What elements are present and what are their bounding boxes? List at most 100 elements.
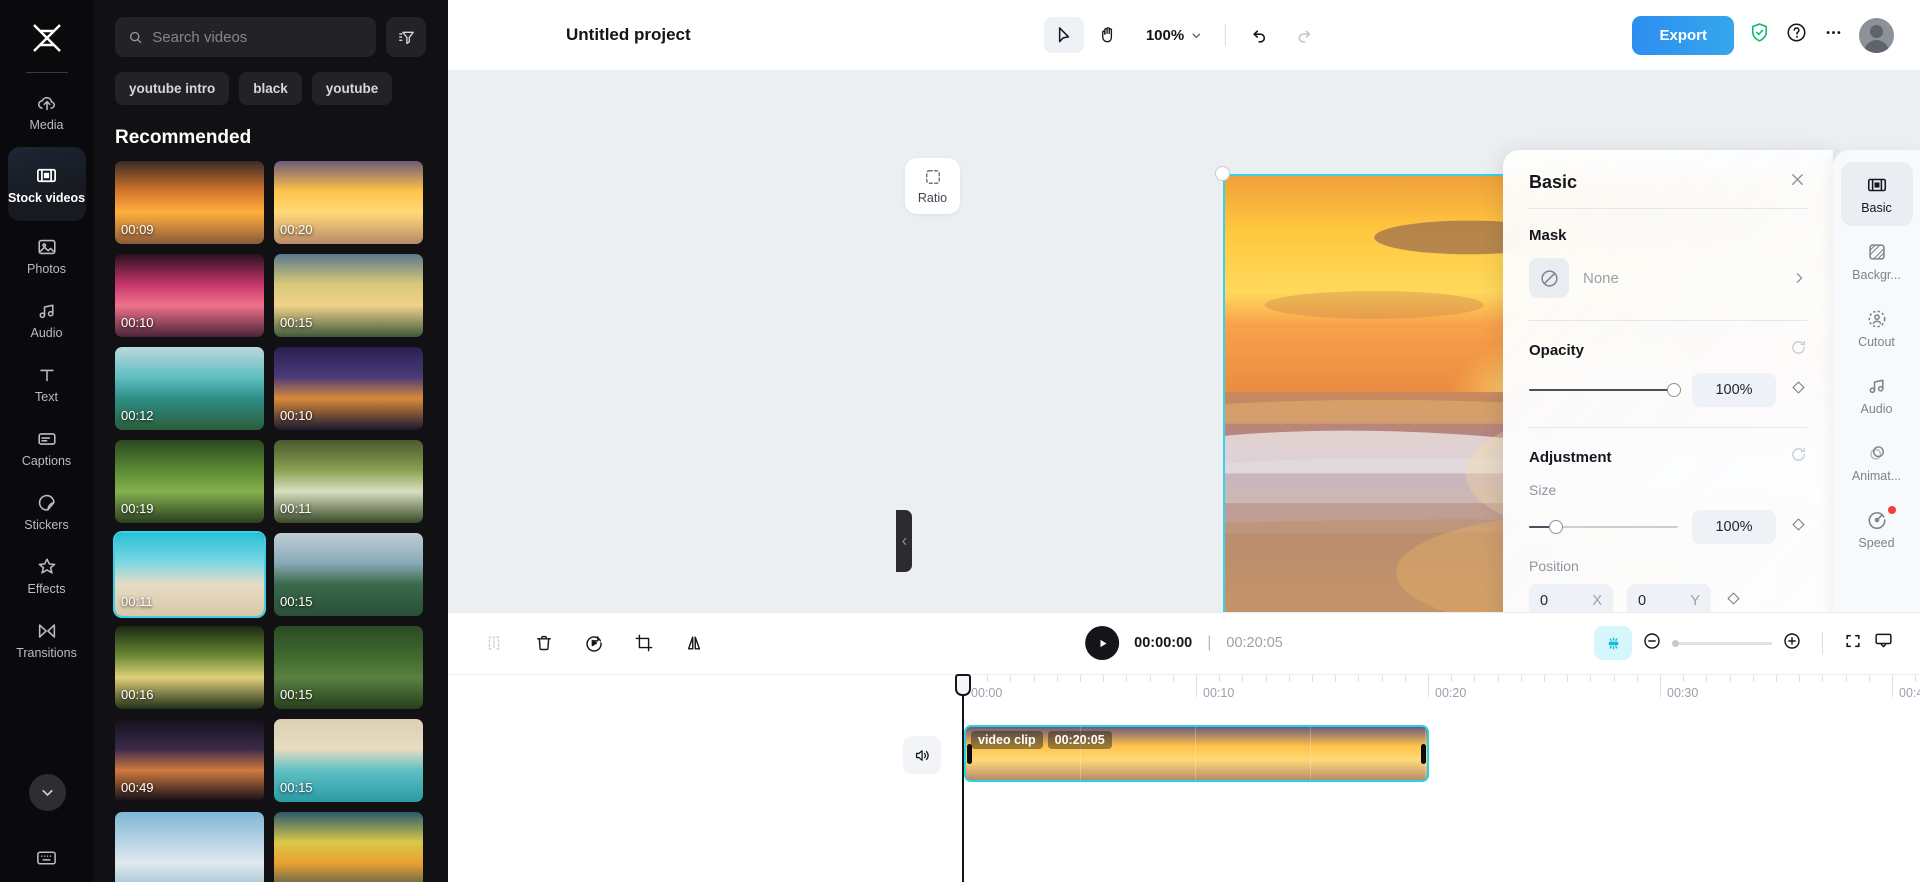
ruler-minor-tick <box>1776 675 1777 682</box>
mask-selector[interactable]: None <box>1529 244 1807 320</box>
cursor-arrow-icon <box>1058 27 1070 43</box>
mirror-button[interactable] <box>674 624 714 662</box>
delete-button[interactable] <box>524 624 564 662</box>
position-y-input[interactable]: 0 Y <box>1627 584 1711 612</box>
more-options-button[interactable] <box>1822 21 1845 49</box>
hand-tool-button[interactable] <box>1088 17 1128 53</box>
play-button[interactable] <box>1085 626 1120 660</box>
zoom-slider[interactable] <box>1672 636 1772 650</box>
filter-button[interactable] <box>386 17 426 57</box>
tab-cutout[interactable]: Cutout <box>1841 296 1913 360</box>
sidebar-item-transitions[interactable]: Transitions <box>8 611 86 669</box>
stock-video-thumbnail[interactable]: 00:19 <box>115 440 264 523</box>
sidebar-item-photos[interactable]: Photos <box>8 227 86 285</box>
avatar[interactable] <box>1859 17 1894 53</box>
help-button[interactable] <box>1785 21 1808 49</box>
stock-video-thumbnail[interactable]: 00:49 <box>115 719 264 802</box>
snap-toggle-button[interactable] <box>1594 626 1632 660</box>
timeline-ruler[interactable]: 00:0000:1000:2000:3000:4000:50 <box>448 674 1920 710</box>
close-panel-button[interactable] <box>1788 170 1807 194</box>
thumbnail-duration: 00:11 <box>121 594 153 609</box>
sidebar-item-captions[interactable]: Captions <box>8 419 86 477</box>
stock-video-thumbnail[interactable]: 00:12 <box>115 347 264 430</box>
size-slider[interactable] <box>1529 520 1678 534</box>
playhead-line[interactable] <box>955 674 971 882</box>
ruler-minor-tick <box>1056 675 1058 682</box>
reset-circle-icon <box>1792 447 1805 461</box>
ratio-button[interactable]: Ratio <box>905 158 960 214</box>
clip-trim-handle-left[interactable] <box>967 743 972 764</box>
stock-video-thumbnail[interactable]: 00:15 <box>274 719 423 802</box>
tab-animation[interactable]: Animat... <box>1841 430 1913 494</box>
keyboard-shortcuts-button[interactable] <box>0 848 93 868</box>
collapse-panel-handle[interactable] <box>896 510 912 572</box>
sidebar-item-media[interactable]: Media <box>8 83 86 141</box>
tab-background[interactable]: Backgr... <box>1841 229 1913 293</box>
opacity-value-input[interactable]: 100% <box>1692 373 1776 407</box>
tab-speed[interactable]: Speed <box>1841 497 1913 561</box>
opacity-reset-button[interactable] <box>1790 339 1807 361</box>
clip-trim-handle-right[interactable] <box>1421 743 1426 764</box>
zoom-in-button[interactable] <box>1782 631 1802 656</box>
adjustment-reset-button[interactable] <box>1790 446 1807 468</box>
shield-check-button[interactable] <box>1748 21 1771 49</box>
ruler-minor-tick <box>1752 675 1754 682</box>
crop-button[interactable] <box>624 624 664 662</box>
size-value-input[interactable]: 100% <box>1692 510 1776 544</box>
search-input[interactable] <box>152 28 363 46</box>
export-button[interactable]: Export <box>1632 15 1734 55</box>
stock-video-thumbnail[interactable]: 00:10 <box>115 254 264 337</box>
zoom-out-button[interactable] <box>1642 631 1662 656</box>
capcut-logo-icon[interactable] <box>24 18 70 58</box>
stock-video-thumbnail[interactable]: 00:15 <box>274 533 423 616</box>
sidebar-item-audio[interactable]: Audio <box>8 291 86 349</box>
tag-chip[interactable]: youtube intro <box>115 72 230 105</box>
stock-video-thumbnail[interactable]: 00:20 <box>274 161 423 244</box>
stock-video-thumbnail[interactable]: 00:10 <box>274 347 423 430</box>
fit-screen-button[interactable] <box>1843 631 1863 656</box>
timeline-video-clip[interactable]: video clip 00:20:05 <box>964 725 1429 782</box>
sidebar-item-stock-videos[interactable]: Stock videos <box>7 147 86 221</box>
sidebar-item-text[interactable]: Text <box>8 355 86 413</box>
tab-basic[interactable]: Basic <box>1840 162 1913 226</box>
stock-video-thumbnail[interactable] <box>115 812 264 882</box>
expand-nav-button[interactable] <box>29 774 66 811</box>
sidebar-item-stickers[interactable]: Stickers <box>8 483 86 541</box>
search-input-wrapper[interactable] <box>115 17 376 57</box>
page-title[interactable]: Untitled project <box>566 25 691 45</box>
tag-chip[interactable]: black <box>239 72 302 105</box>
playhead-handle[interactable] <box>955 674 971 696</box>
clip-thumbnail-segment <box>1311 727 1426 780</box>
clip-duration-badge: 00:20:05 <box>1047 731 1112 749</box>
stock-video-thumbnail[interactable]: 00:09 <box>115 161 264 244</box>
stock-video-thumbnail[interactable]: 00:15 <box>274 254 423 337</box>
speed-button[interactable] <box>574 624 614 662</box>
undo-button[interactable] <box>1240 17 1280 53</box>
ruler-label: 00:20 <box>1435 686 1467 700</box>
stock-video-thumbnail[interactable]: 00:11 <box>113 531 266 618</box>
opacity-slider[interactable] <box>1529 383 1681 397</box>
stock-video-thumbnail[interactable]: 00:16 <box>115 626 264 709</box>
properties-tab-rail: Basic Backgr... Cutout Audio Animat... S… <box>1833 150 1920 612</box>
track-mute-button[interactable] <box>903 736 941 774</box>
tab-audio[interactable]: Audio <box>1841 363 1913 427</box>
tag-chip[interactable]: youtube <box>311 72 393 105</box>
size-keyframe-button[interactable] <box>1790 516 1807 538</box>
crop-icon <box>635 634 653 652</box>
sidebar-item-effects[interactable]: Effects <box>8 547 86 605</box>
shield-check-icon <box>1751 23 1768 42</box>
zoom-level-select[interactable]: 100% <box>1132 27 1211 44</box>
position-x-input[interactable]: 0 X <box>1529 584 1613 612</box>
stock-video-thumbnail[interactable]: 00:11 <box>274 440 423 523</box>
display-options-button[interactable] <box>1873 630 1894 656</box>
redo-button[interactable] <box>1284 17 1324 53</box>
stock-video-thumbnail[interactable]: 00:15 <box>274 626 423 709</box>
opacity-keyframe-button[interactable] <box>1790 379 1807 401</box>
split-button[interactable] <box>474 624 514 662</box>
position-keyframe-button[interactable] <box>1725 590 1742 612</box>
resize-handle-top-left[interactable] <box>1215 166 1230 181</box>
select-tool-button[interactable] <box>1043 17 1084 53</box>
hand-pan-icon <box>1102 27 1113 43</box>
stock-video-thumbnail[interactable] <box>274 812 423 882</box>
ruler-minor-tick <box>1358 675 1360 682</box>
